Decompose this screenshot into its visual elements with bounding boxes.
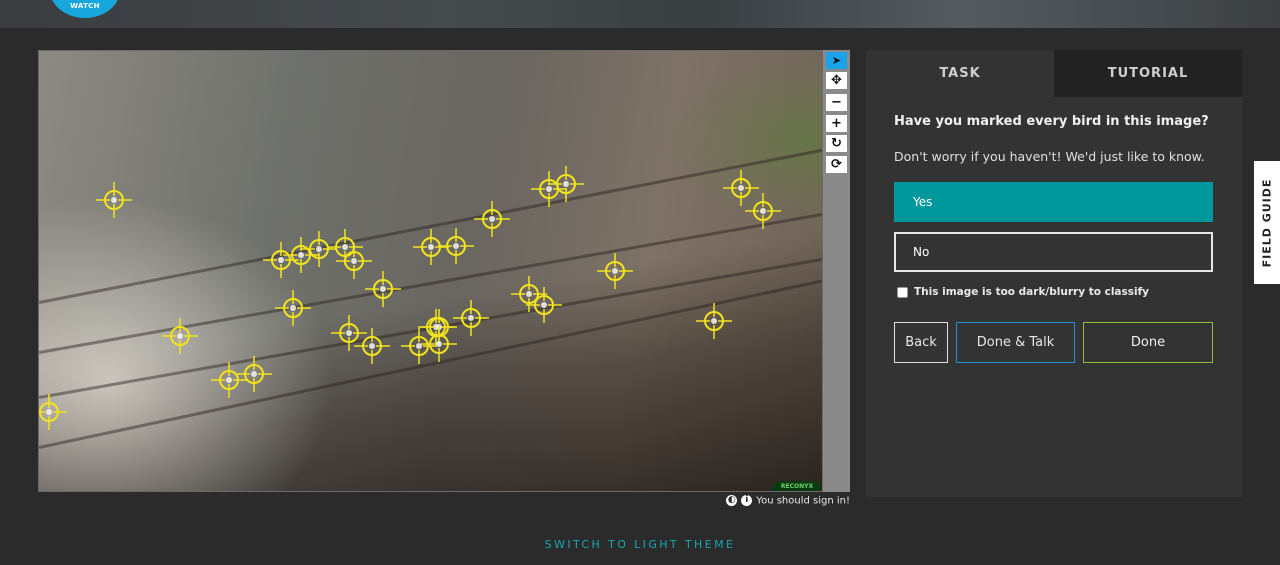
zoom-in-icon[interactable]: + bbox=[826, 115, 847, 132]
bird-marker[interactable] bbox=[520, 281, 568, 329]
subject-image[interactable]: RECONYX bbox=[38, 50, 823, 492]
bird-marker[interactable] bbox=[269, 284, 317, 332]
subject-meta: ◐ i You should sign in! bbox=[726, 495, 850, 507]
bird-marker[interactable] bbox=[325, 309, 373, 357]
logo-text: WATCH bbox=[70, 2, 100, 10]
invert-icon[interactable]: ◐ bbox=[726, 495, 738, 506]
switch-theme-link[interactable]: SWITCH TO LIGHT THEME bbox=[0, 538, 1280, 551]
zoom-out-icon[interactable]: − bbox=[826, 94, 847, 111]
bird-marker[interactable] bbox=[90, 176, 138, 224]
crosshair-icon bbox=[474, 201, 510, 237]
done-and-talk-button[interactable]: Done & Talk bbox=[956, 322, 1075, 363]
crosshair-icon bbox=[745, 193, 781, 229]
answer-no-button[interactable]: No bbox=[894, 232, 1213, 272]
bird-marker[interactable] bbox=[415, 320, 463, 368]
crosshair-icon bbox=[96, 182, 132, 218]
reset-icon[interactable]: ⟳ bbox=[826, 156, 847, 173]
tab-task[interactable]: TASK bbox=[866, 50, 1054, 97]
info-icon[interactable]: i bbox=[741, 495, 753, 506]
bird-marker[interactable] bbox=[468, 195, 516, 243]
crosshair-icon bbox=[275, 290, 311, 326]
crosshair-icon bbox=[696, 303, 732, 339]
back-button[interactable]: Back bbox=[894, 322, 948, 363]
bird-marker[interactable] bbox=[739, 187, 787, 235]
done-button[interactable]: Done bbox=[1083, 322, 1213, 363]
bird-marker[interactable] bbox=[591, 247, 639, 295]
too-dark-label: This image is too dark/blurry to classif… bbox=[914, 286, 1150, 298]
sign-in-notice[interactable]: You should sign in! bbox=[756, 496, 850, 507]
panel-tabs: TASK TUTORIAL bbox=[866, 50, 1242, 97]
crosshair-icon bbox=[597, 253, 633, 289]
site-logo[interactable]: WATCH bbox=[50, 0, 120, 18]
too-dark-checkbox[interactable] bbox=[897, 286, 908, 298]
crosshair-icon bbox=[526, 287, 562, 323]
answer-yes-button[interactable]: Yes bbox=[894, 182, 1213, 222]
crosshair-icon bbox=[162, 318, 198, 354]
bird-marker[interactable] bbox=[690, 297, 738, 345]
pan-move-icon[interactable]: ✥ bbox=[826, 72, 847, 89]
image-toolbar: ➤ ✥ − + ↻ ⟳ bbox=[823, 50, 850, 492]
field-guide-label: FIELD GUIDE bbox=[1260, 178, 1274, 268]
task-help-text: Don't worry if you haven't! We'd just li… bbox=[894, 149, 1205, 164]
crosshair-icon bbox=[548, 166, 584, 202]
crosshair-icon bbox=[39, 394, 67, 430]
task-question: Have you marked every bird in this image… bbox=[894, 114, 1209, 129]
bird-marker[interactable] bbox=[230, 350, 278, 398]
too-dark-option[interactable]: This image is too dark/blurry to classif… bbox=[897, 286, 1149, 298]
bird-marker[interactable] bbox=[542, 160, 590, 208]
annotate-pointer-icon[interactable]: ➤ bbox=[826, 52, 847, 69]
field-guide-tab[interactable]: FIELD GUIDE bbox=[1254, 161, 1280, 284]
crosshair-icon bbox=[331, 315, 367, 351]
tab-tutorial[interactable]: TUTORIAL bbox=[1054, 50, 1242, 97]
top-banner: WATCH bbox=[0, 0, 1280, 28]
camera-watermark: RECONYX bbox=[772, 481, 822, 491]
crosshair-icon bbox=[236, 356, 272, 392]
bird-marker[interactable] bbox=[359, 265, 407, 313]
bird-marker[interactable] bbox=[39, 388, 73, 436]
rotate-icon[interactable]: ↻ bbox=[826, 135, 847, 152]
crosshair-icon bbox=[421, 326, 457, 362]
bird-marker[interactable] bbox=[156, 312, 204, 360]
crosshair-icon bbox=[365, 271, 401, 307]
task-panel: TASK TUTORIAL Have you marked every bird… bbox=[866, 50, 1242, 497]
